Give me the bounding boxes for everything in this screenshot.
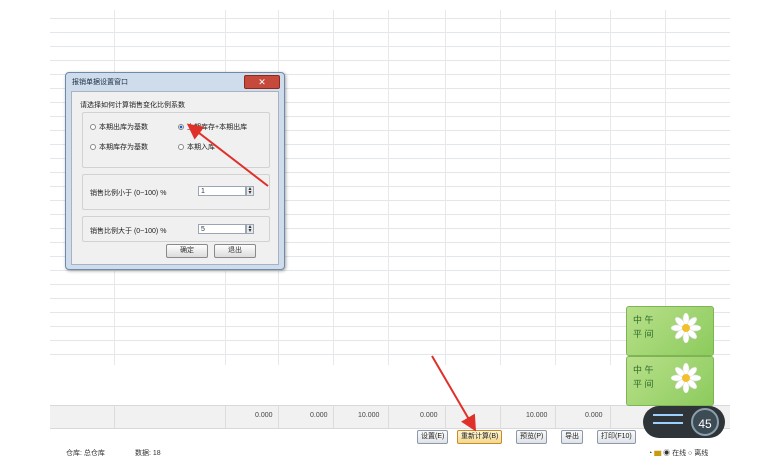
arrow-to-option (186, 123, 269, 187)
annotation-arrows (186, 123, 477, 432)
arrow-to-recalculate (431, 355, 477, 432)
